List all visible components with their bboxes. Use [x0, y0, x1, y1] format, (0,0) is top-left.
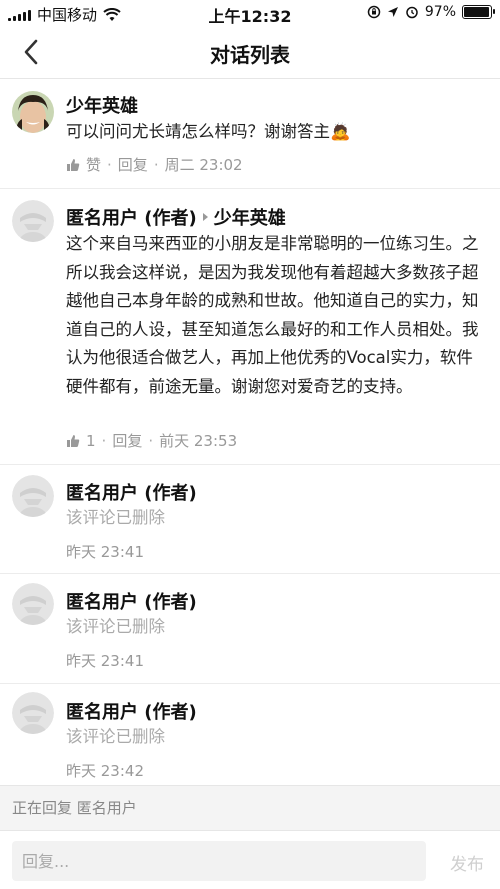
comment-item: 少年英雄 可以问问尤长靖怎么样吗？谢谢答主🙇 赞 · 回复 · 周二 23:02: [0, 79, 500, 189]
author-name[interactable]: 匿名用户 (作者): [66, 479, 197, 505]
replying-banner: 正在回复 匿名用户: [0, 785, 500, 830]
status-right: 97%: [367, 4, 495, 20]
comment-time: 昨天 23:42: [66, 762, 144, 780]
nav-bar: 对话列表: [0, 26, 500, 79]
comment-item: 匿名用户 (作者) 该评论已删除 昨天 23:41: [0, 465, 500, 574]
comment-list: 少年英雄 可以问问尤长靖怎么样吗？谢谢答主🙇 赞 · 回复 · 周二 23:02…: [0, 79, 500, 788]
comment-text: 可以问问尤长靖怎么样吗？谢谢答主🙇: [66, 122, 351, 141]
comment-author: 匿名用户 (作者): [66, 698, 197, 724]
deleted-comment-text: 该评论已删除: [66, 727, 165, 746]
separator-dot: ·: [153, 155, 159, 174]
anonymous-avatar[interactable]: [12, 200, 54, 242]
comment-author: 匿名用户 (作者): [66, 588, 197, 614]
comment-author[interactable]: 少年英雄: [66, 92, 138, 118]
status-bar: 中国移动 上午12:32 97%: [0, 0, 500, 26]
reply-button[interactable]: 回复: [112, 430, 142, 451]
author-name[interactable]: 匿名用户 (作者): [66, 204, 197, 230]
author-name[interactable]: 少年英雄: [66, 92, 138, 118]
reply-input-bar: 发布: [0, 830, 500, 889]
comment-item: 匿名用户 (作者) 该评论已删除 昨天 23:41: [0, 574, 500, 684]
comment-meta: 1 · 回复 · 前天 23:53: [66, 430, 237, 451]
deleted-comment-text: 该评论已删除: [66, 508, 165, 527]
page-title: 对话列表: [210, 43, 290, 67]
comment-text: 这个来自马来西亚的小朋友是非常聪明的一位练习生。之所以我会这样说，是因为我发现他…: [66, 234, 479, 396]
like-button[interactable]: 赞: [86, 154, 101, 175]
anonymous-avatar[interactable]: [12, 583, 54, 625]
separator-dot: ·: [101, 431, 107, 450]
avatar[interactable]: [12, 91, 54, 133]
comment-time: 前天 23:53: [159, 432, 238, 450]
comment-item: 匿名用户 (作者) 该评论已删除 昨天 23:42: [0, 684, 500, 788]
comment-item: 匿名用户 (作者) 少年英雄 这个来自马来西亚的小朋友是非常聪明的一位练习生。之…: [0, 189, 500, 465]
replying-to-label: 正在回复 匿名用户: [12, 799, 137, 817]
comment-author: 匿名用户 (作者): [66, 479, 197, 505]
author-name[interactable]: 匿名用户 (作者): [66, 588, 197, 614]
send-button[interactable]: 发布: [450, 850, 484, 875]
battery-icon: [462, 5, 495, 19]
avatar[interactable]: [12, 310, 54, 352]
thumbs-up-icon[interactable]: [66, 434, 80, 448]
comment-time: 昨天 23:41: [66, 652, 144, 670]
like-count[interactable]: 1: [86, 432, 96, 450]
comment-time: 昨天 23:41: [66, 543, 144, 561]
comment-author: 匿名用户 (作者) 少年英雄: [66, 204, 286, 230]
alarm-icon: [406, 6, 418, 19]
thumbs-up-icon[interactable]: [66, 158, 80, 172]
rotation-lock-icon: [367, 5, 381, 19]
separator-dot: ·: [107, 155, 112, 174]
separator-dot: ·: [148, 431, 154, 450]
author-name[interactable]: 匿名用户 (作者): [66, 698, 197, 724]
location-icon: [387, 7, 398, 17]
anonymous-avatar[interactable]: [12, 692, 54, 734]
comment-meta: 赞 · 回复 · 周二 23:02: [66, 154, 243, 175]
reply-input[interactable]: [12, 841, 426, 881]
battery-percent: 97%: [424, 4, 456, 20]
anonymous-avatar[interactable]: [12, 475, 54, 517]
reply-arrow-icon: [202, 213, 208, 221]
reply-to-name[interactable]: 少年英雄: [214, 204, 286, 230]
comment-time: 周二 23:02: [164, 156, 243, 174]
deleted-comment-text: 该评论已删除: [66, 617, 165, 636]
reply-button[interactable]: 回复: [118, 154, 148, 175]
